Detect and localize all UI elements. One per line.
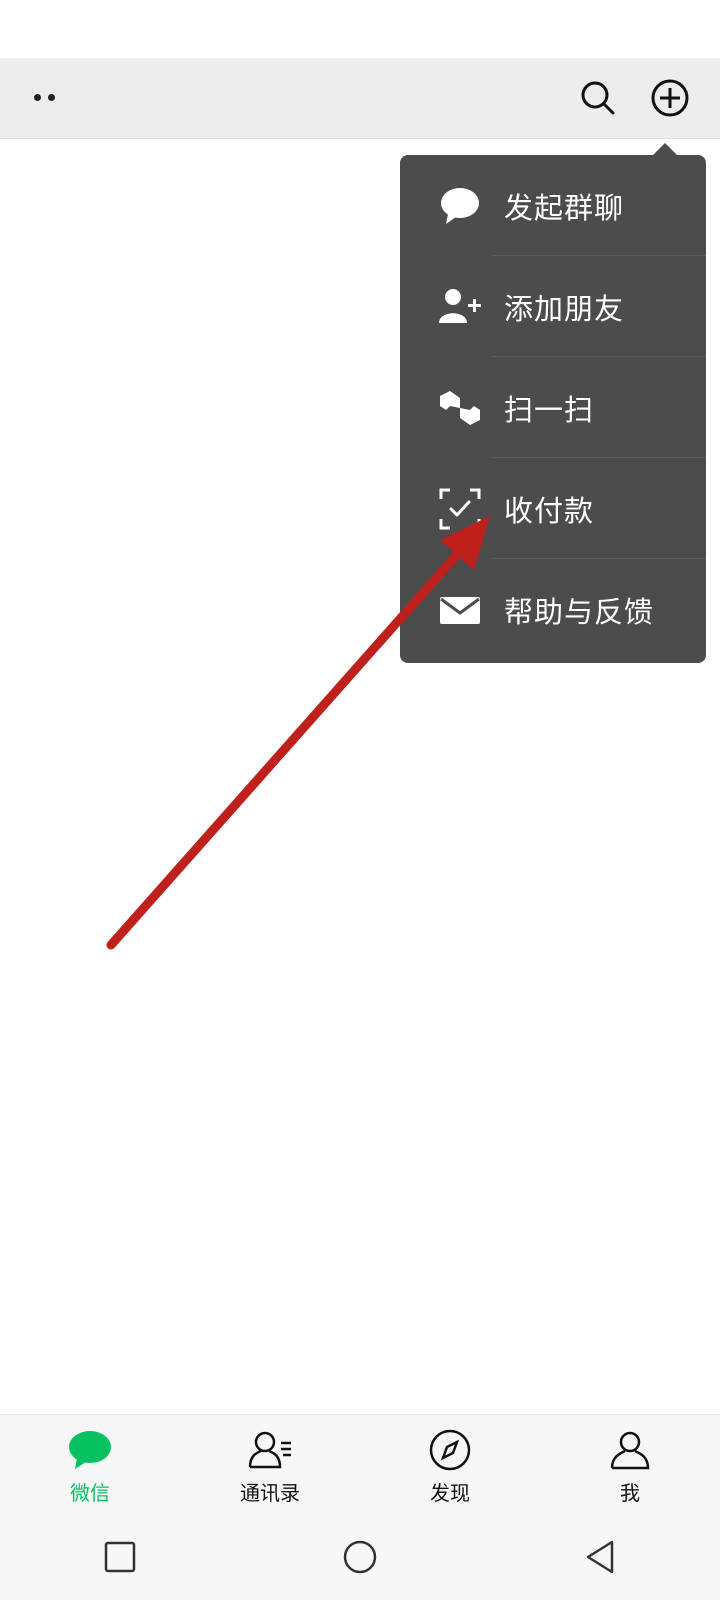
- menu-item-label: 扫一扫: [504, 392, 595, 427]
- system-nav-bar: [0, 1514, 720, 1600]
- menu-item-label: 发起群聊: [504, 190, 625, 225]
- plus-circle-icon: [651, 79, 689, 117]
- menu-item-add-friend[interactable]: 添加朋友: [400, 256, 706, 357]
- tab-label: 我: [620, 1481, 640, 1505]
- tab-label: 通讯录: [240, 1481, 300, 1505]
- tab-discover[interactable]: 发现: [360, 1415, 540, 1515]
- chat-bubble-icon: [438, 184, 482, 228]
- bottom-tab-bar: 微信 通讯录 发现 我: [0, 1414, 720, 1515]
- back-button[interactable]: [580, 1537, 620, 1577]
- tab-contacts[interactable]: 通讯录: [180, 1415, 360, 1515]
- menu-item-payment[interactable]: 收付款: [400, 458, 706, 559]
- add-button[interactable]: [650, 78, 690, 118]
- plus-popup-menu: 发起群聊 添加朋友 扫一扫 收付款 帮助与反馈: [400, 155, 706, 663]
- menu-item-help-feedback[interactable]: 帮助与反馈: [400, 559, 706, 660]
- search-icon: [581, 81, 615, 115]
- recent-apps-button[interactable]: [100, 1537, 140, 1577]
- add-friend-icon: [438, 285, 482, 329]
- scan-icon: [438, 386, 482, 430]
- tab-chats[interactable]: 微信: [0, 1415, 180, 1515]
- menu-item-label: 帮助与反馈: [504, 594, 655, 629]
- mail-icon: [438, 588, 482, 632]
- top-bar: [0, 58, 720, 139]
- menu-item-label: 添加朋友: [504, 291, 625, 326]
- home-button[interactable]: [340, 1537, 380, 1577]
- menu-item-scan[interactable]: 扫一扫: [400, 357, 706, 458]
- contacts-icon: [248, 1431, 291, 1469]
- circle-icon: [343, 1540, 377, 1574]
- tab-label: 微信: [70, 1481, 110, 1505]
- square-icon: [104, 1541, 136, 1573]
- more-dots-icon[interactable]: [34, 94, 55, 101]
- search-button[interactable]: [578, 78, 618, 118]
- compass-icon: [429, 1429, 471, 1471]
- tab-label: 发现: [430, 1481, 470, 1505]
- person-icon: [610, 1431, 650, 1470]
- menu-item-label: 收付款: [504, 493, 595, 528]
- chat-icon: [69, 1431, 111, 1469]
- payment-icon: [438, 487, 482, 531]
- back-triangle-icon: [586, 1540, 614, 1574]
- menu-item-group-chat[interactable]: 发起群聊: [400, 155, 706, 256]
- tab-me[interactable]: 我: [540, 1415, 720, 1515]
